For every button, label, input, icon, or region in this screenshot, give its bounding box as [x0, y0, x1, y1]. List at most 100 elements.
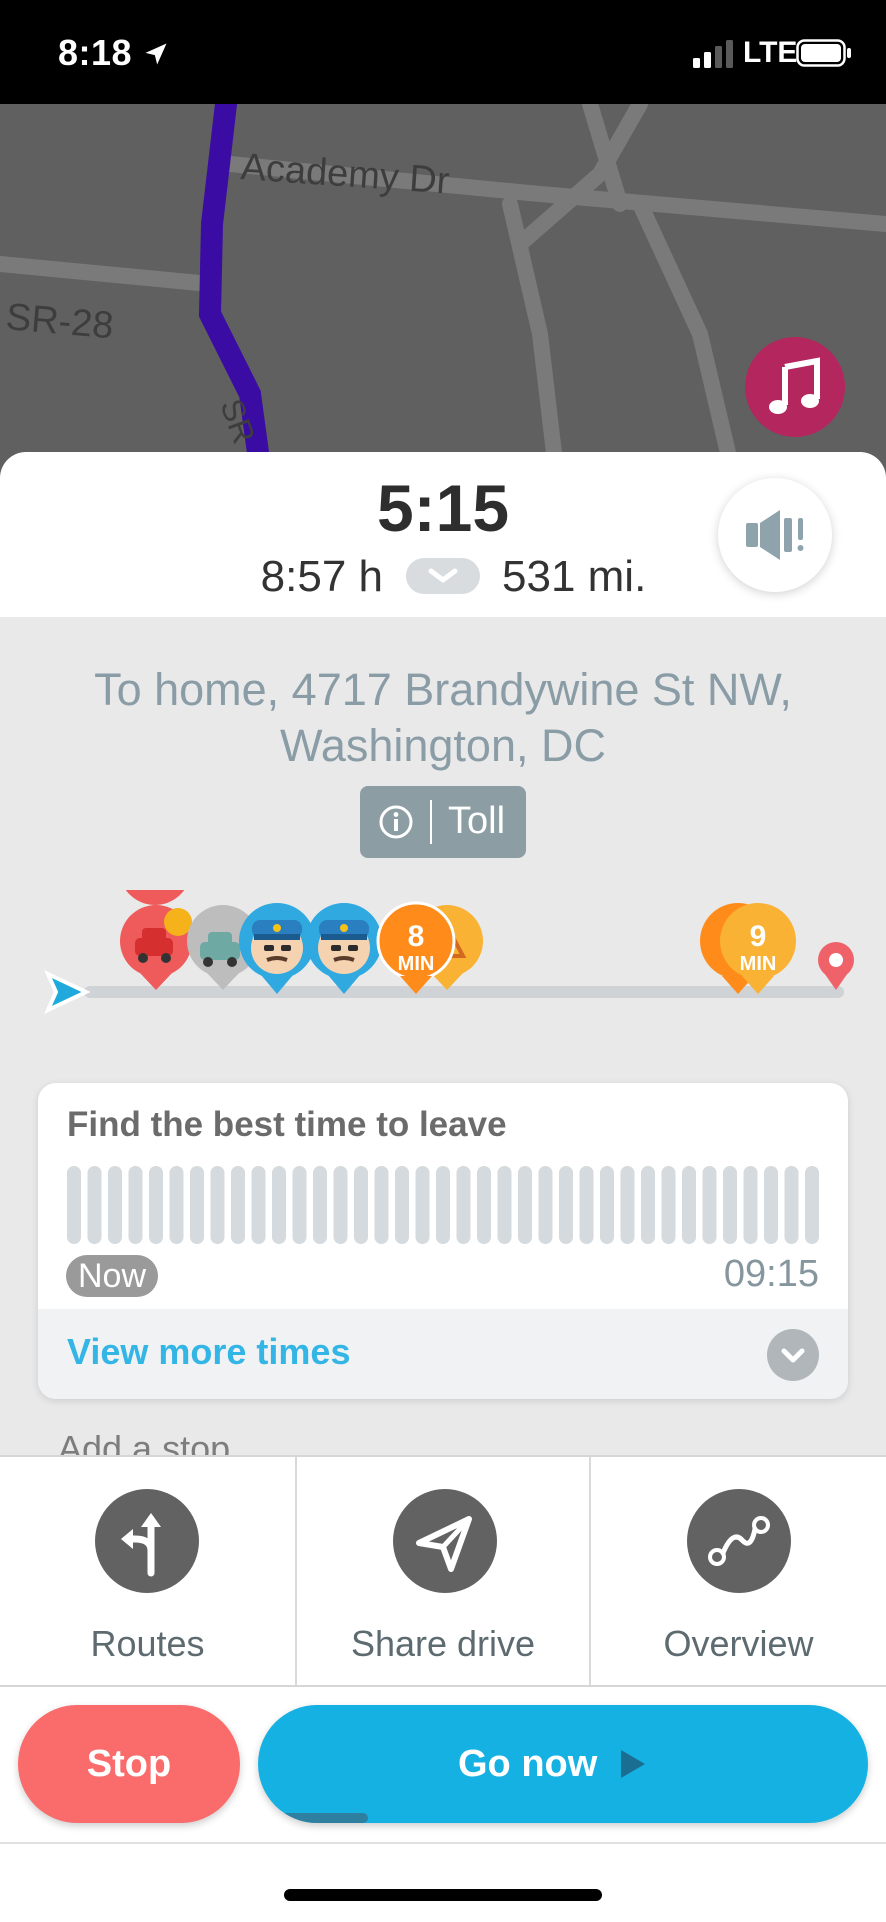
toll-label: Toll — [448, 800, 506, 842]
speaker-alert-icon — [746, 510, 804, 560]
collapse-toggle[interactable] — [406, 558, 480, 594]
time-slot-bar[interactable] — [518, 1166, 532, 1244]
destination-line-1: To home, 4717 Brandywine St NW, — [94, 664, 792, 715]
route-timeline: 8 MIN 9 MIN — [0, 890, 886, 1020]
time-slot-bar[interactable] — [784, 1166, 799, 1244]
trip-distance: 531 mi. — [502, 552, 647, 601]
time-slot-bar[interactable] — [702, 1166, 717, 1244]
time-slot-bar[interactable] — [620, 1166, 635, 1244]
best-time-card: Find the best time to leave Now 09:15 Vi… — [38, 1083, 848, 1399]
bottom-bar: Stop Go now — [0, 1685, 886, 1922]
time-slot-bar[interactable] — [579, 1166, 594, 1244]
time-slot-bar[interactable] — [661, 1166, 676, 1244]
trip-duration: 8:57 h — [260, 552, 383, 601]
music-button[interactable] — [745, 337, 845, 437]
toll-badge[interactable]: Toll — [360, 786, 526, 858]
police-icon[interactable] — [239, 903, 315, 994]
time-slot-bar[interactable] — [210, 1166, 225, 1244]
divider — [0, 1842, 886, 1844]
destination-pin-icon — [818, 942, 854, 990]
overview-button[interactable]: Overview — [591, 1457, 886, 1685]
street-label-sr28: SR-28 — [4, 296, 115, 347]
delay-unit: MIN — [398, 953, 435, 975]
time-slot-bar[interactable] — [456, 1166, 471, 1244]
time-slot-bar[interactable] — [682, 1166, 696, 1244]
time-slot-bar[interactable] — [333, 1166, 348, 1244]
share-drive-icon — [416, 1516, 472, 1572]
delay-marker-9[interactable] — [700, 903, 796, 994]
routes-icon — [121, 1513, 161, 1577]
destination-line-2: Washington, DC — [280, 720, 606, 771]
start-marker-icon — [43, 969, 91, 1015]
time-slot-bar[interactable] — [108, 1166, 122, 1244]
play-icon — [621, 1750, 645, 1778]
signal-icon — [693, 40, 733, 68]
battery-icon — [796, 39, 851, 67]
routes-button[interactable]: Routes — [0, 1457, 295, 1685]
time-slot-bar[interactable] — [764, 1166, 778, 1244]
delay-unit: MIN — [740, 953, 777, 975]
time-slot-bar[interactable] — [600, 1166, 614, 1244]
time-slot-bar[interactable] — [374, 1166, 389, 1244]
timeline-markers: 8 MIN 9 MIN — [43, 890, 854, 1015]
time-slot-bar[interactable] — [251, 1166, 266, 1244]
time-slot-bar[interactable] — [272, 1166, 286, 1244]
time-slot-bar[interactable] — [149, 1166, 163, 1244]
time-slot-bar[interactable] — [415, 1166, 430, 1244]
home-indicator[interactable] — [284, 1889, 602, 1901]
status-time: 8:18 — [58, 32, 133, 73]
go-now-label: Go now — [458, 1743, 598, 1785]
chevron-down-icon — [428, 568, 458, 583]
overview-label: Overview — [663, 1623, 814, 1664]
delay-value: 9 — [750, 920, 767, 953]
time-slot-bar[interactable] — [805, 1166, 819, 1244]
map-view[interactable]: Academy Dr SR-28 SR — [0, 104, 886, 504]
end-time-label: 09:15 — [723, 1253, 819, 1295]
time-slot-bar[interactable] — [87, 1166, 102, 1244]
music-note-icon — [769, 357, 820, 414]
best-time-title: Find the best time to leave — [67, 1105, 507, 1144]
time-slot-bar[interactable] — [723, 1166, 737, 1244]
time-slot-bar[interactable] — [169, 1166, 184, 1244]
departure-time-bars[interactable] — [67, 1166, 819, 1244]
info-icon — [379, 805, 413, 839]
map-roads: Academy Dr SR-28 SR — [0, 104, 886, 504]
share-drive-label: Share drive — [350, 1623, 536, 1664]
street-label-academy: Academy Dr — [239, 146, 451, 203]
traffic-car-icon[interactable] — [119, 890, 192, 990]
time-slot-bar[interactable] — [477, 1166, 491, 1244]
police-icon[interactable] — [306, 903, 382, 994]
delay-value: 8 — [408, 920, 425, 953]
time-slot-bar[interactable] — [128, 1166, 143, 1244]
routes-label: Routes — [90, 1623, 205, 1664]
status-bar: 8:18 LTE — [0, 0, 886, 104]
overview-icon — [708, 1516, 770, 1566]
time-slot-bar[interactable] — [292, 1166, 307, 1244]
time-slot-bar[interactable] — [190, 1166, 204, 1244]
time-slot-bar[interactable] — [395, 1166, 409, 1244]
stop-button[interactable]: Stop — [18, 1705, 240, 1823]
chevron-down-icon — [781, 1348, 805, 1363]
time-slot-bar[interactable] — [559, 1166, 573, 1244]
time-slot-bar[interactable] — [313, 1166, 327, 1244]
time-slot-bar[interactable] — [743, 1166, 758, 1244]
go-now-progress — [258, 1813, 368, 1823]
action-row: Routes Share drive Overview — [0, 1455, 886, 1685]
time-slot-bar[interactable] — [641, 1166, 655, 1244]
time-slot-bar[interactable] — [231, 1166, 245, 1244]
time-slot-bar[interactable] — [436, 1166, 450, 1244]
time-slot-bar[interactable] — [354, 1166, 368, 1244]
share-drive-button[interactable]: Share drive — [297, 1457, 589, 1685]
view-more-times-button[interactable]: View more times — [38, 1309, 848, 1399]
view-more-times-label: View more times — [67, 1331, 351, 1372]
sound-settings-button[interactable] — [718, 478, 832, 592]
location-arrow-icon — [145, 43, 167, 65]
time-slot-bar[interactable] — [67, 1166, 81, 1244]
go-now-button[interactable]: Go now — [258, 1705, 868, 1823]
time-slot-bar[interactable] — [497, 1166, 512, 1244]
network-type: LTE — [743, 36, 798, 69]
expand-button[interactable] — [767, 1329, 819, 1381]
now-label: Now — [66, 1255, 159, 1297]
destination-address: To home, 4717 Brandywine St NW, Washingt… — [40, 662, 846, 774]
time-slot-bar[interactable] — [538, 1166, 553, 1244]
